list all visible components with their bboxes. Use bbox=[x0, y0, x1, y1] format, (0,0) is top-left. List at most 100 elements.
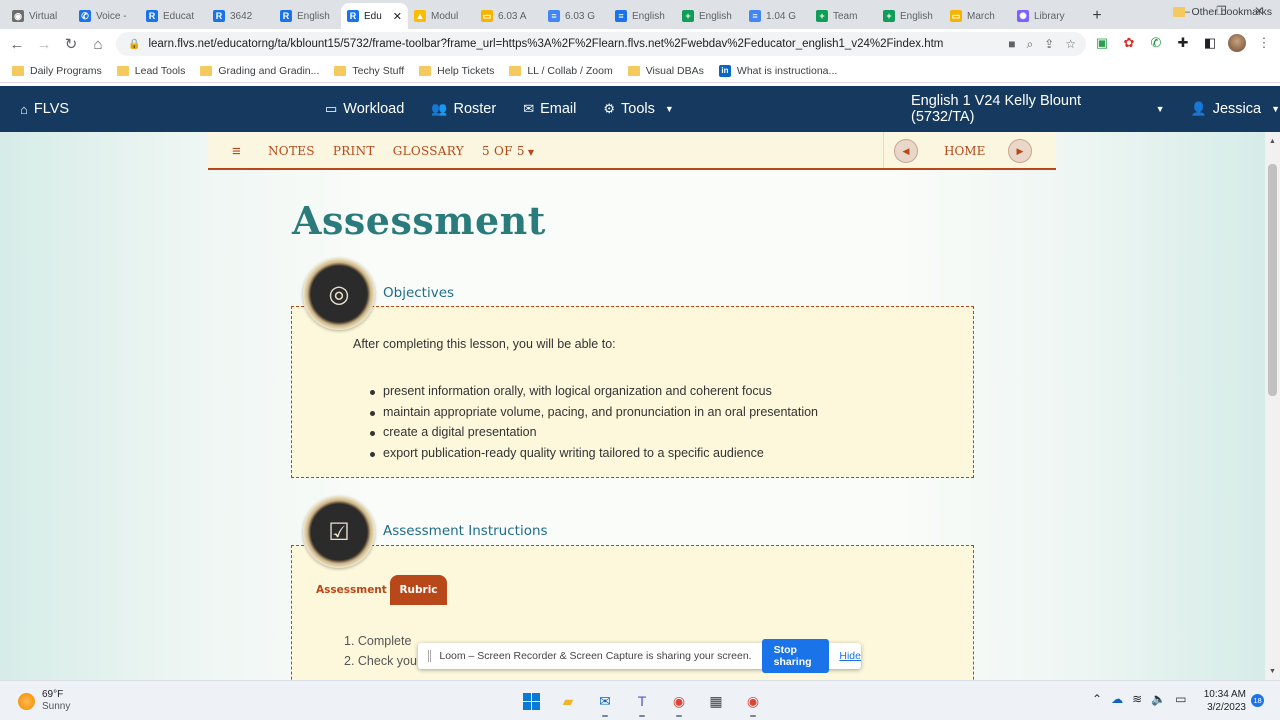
lesson-glossary-link[interactable]: GLOSSARY bbox=[393, 144, 464, 158]
lesson-home-link[interactable]: HOME bbox=[944, 144, 985, 158]
tab-title: Voice - bbox=[96, 10, 127, 22]
teams-icon[interactable]: T bbox=[629, 688, 655, 717]
browser-menu-icon[interactable]: ⋮ bbox=[1255, 34, 1273, 52]
folder-icon bbox=[419, 65, 432, 76]
chrome-icon[interactable]: ◉ bbox=[666, 688, 692, 717]
camera-icon[interactable]: ■ bbox=[1008, 37, 1015, 52]
chevron-up-icon[interactable]: ⌃ bbox=[1092, 692, 1102, 706]
course-selector[interactable]: English 1 V24 Kelly Blount (5732/TA) ▼ bbox=[911, 93, 1165, 125]
weather-widget[interactable]: 69°F Sunny bbox=[18, 689, 70, 713]
tab-favicon-icon: ▲ bbox=[414, 10, 426, 22]
user-name: Jessica bbox=[1212, 101, 1262, 117]
browser-tab[interactable]: + English bbox=[877, 3, 944, 29]
browser-tab[interactable]: ◉ Virtual bbox=[6, 3, 73, 29]
bookmark-item[interactable]: Help Tickets bbox=[419, 65, 494, 77]
lock-icon: 🔒 bbox=[128, 38, 141, 50]
back-icon[interactable]: ← bbox=[4, 31, 30, 57]
nav-tools[interactable]: ⚙ Tools ▼ bbox=[603, 101, 673, 117]
flvs-home-link[interactable]: ⌂ FLVS bbox=[20, 101, 69, 117]
browser-tab[interactable]: ≡ 1.04 G bbox=[743, 3, 810, 29]
browser-tab[interactable]: R Educat bbox=[140, 3, 207, 29]
tab-title: 1.04 G bbox=[766, 10, 797, 22]
chrome-profile-icon[interactable]: ◉ bbox=[740, 688, 766, 717]
bookmark-item[interactable]: Daily Programs bbox=[12, 65, 102, 77]
extension-grammarly-icon[interactable]: ▣ bbox=[1093, 34, 1111, 52]
tab-assessment[interactable]: Assessment bbox=[316, 584, 387, 596]
bookmark-item[interactable]: LL / Collab / Zoom bbox=[509, 65, 613, 77]
url-text[interactable]: learn.flvs.net/educatorng/ta/kblount15/5… bbox=[148, 38, 1008, 50]
nav-roster[interactable]: 👥 Roster bbox=[431, 101, 496, 117]
nav-roster-label: Roster bbox=[453, 101, 497, 117]
flvs-home-label: FLVS bbox=[33, 101, 70, 117]
page-selector[interactable]: 5 OF 5 ▼ bbox=[482, 144, 534, 158]
page-scrollbar[interactable]: ▲ ▼ bbox=[1265, 132, 1280, 680]
sun-icon bbox=[18, 692, 35, 710]
browser-tab-active[interactable]: R Edu ✕ bbox=[341, 3, 408, 29]
scroll-thumb[interactable] bbox=[1268, 164, 1277, 396]
browser-tab[interactable]: + Team bbox=[810, 3, 877, 29]
drag-handle-icon[interactable] bbox=[428, 650, 432, 662]
battery-icon[interactable]: ▭ bbox=[1175, 692, 1186, 706]
bookmark-item[interactable]: Visual DBAs bbox=[627, 65, 704, 77]
bookmark-star-icon[interactable]: ☆ bbox=[1065, 37, 1076, 52]
browser-tab[interactable]: ▭ 6.03 A bbox=[475, 3, 542, 29]
other-bookmarks[interactable]: Other bookmarks bbox=[1173, 6, 1272, 18]
objective-item: maintain appropriate volume, pacing, and… bbox=[369, 405, 818, 426]
browser-tab[interactable]: ✺ Library bbox=[1011, 3, 1078, 29]
notification-badge[interactable]: 18 bbox=[1251, 694, 1264, 707]
lesson-print-link[interactable]: PRINT bbox=[333, 144, 375, 158]
start-icon[interactable] bbox=[518, 688, 544, 714]
bookmark-item[interactable]: in What is instructiona... bbox=[718, 64, 837, 77]
forward-icon[interactable]: → bbox=[31, 31, 57, 57]
volume-icon[interactable]: 🔈 bbox=[1151, 692, 1166, 706]
tab-rubric[interactable]: Rubric bbox=[390, 575, 447, 605]
target-icon: ◎ bbox=[303, 258, 375, 330]
hamburger-menu-icon[interactable]: ≡ bbox=[232, 143, 241, 160]
new-tab-icon[interactable]: + bbox=[1084, 3, 1110, 29]
browser-tab[interactable]: ≡ 6.03 G bbox=[542, 3, 609, 29]
bookmark-item[interactable]: Grading and Gradin... bbox=[200, 65, 319, 77]
close-tab-icon[interactable]: ✕ bbox=[393, 10, 402, 23]
calculator-icon[interactable]: ▦ bbox=[703, 688, 729, 714]
browser-tab[interactable]: R 3642 bbox=[207, 3, 274, 29]
reload-icon[interactable]: ↻ bbox=[58, 31, 84, 57]
nav-workload-label: Workload bbox=[343, 101, 405, 117]
bookmark-item[interactable]: Techy Stuff bbox=[334, 65, 404, 77]
browser-tab[interactable]: ▲ Modul bbox=[408, 3, 475, 29]
objective-item: create a digital presentation bbox=[369, 425, 818, 446]
instructions-heading: Assessment Instructions bbox=[383, 523, 548, 539]
home-icon[interactable]: ⌂ bbox=[85, 31, 111, 57]
system-clock[interactable]: 10:34 AM 3/2/2023 bbox=[1200, 688, 1246, 714]
hide-link[interactable]: Hide bbox=[839, 650, 861, 662]
side-panel-icon[interactable]: ◧ bbox=[1201, 34, 1219, 52]
laptop-icon: ▭ bbox=[325, 101, 338, 116]
nav-workload[interactable]: ▭ Workload bbox=[325, 101, 404, 117]
page-selector-label: 5 OF 5 bbox=[481, 144, 525, 158]
nav-email[interactable]: ✉ Email bbox=[523, 101, 576, 117]
user-menu[interactable]: 👤 Jessica ▼ bbox=[1191, 93, 1280, 125]
share-icon[interactable]: ⇪ bbox=[1044, 37, 1054, 52]
prev-page-icon[interactable]: ◀ bbox=[894, 139, 918, 163]
profile-avatar[interactable] bbox=[1228, 34, 1246, 52]
outlook-icon[interactable]: ✉ bbox=[592, 688, 618, 717]
next-page-icon[interactable]: ▶ bbox=[1008, 139, 1032, 163]
stop-sharing-button[interactable]: Stop sharing bbox=[761, 639, 830, 673]
address-bar[interactable]: 🔒 learn.flvs.net/educatorng/ta/kblount15… bbox=[116, 32, 1086, 56]
extensions-puzzle-icon[interactable]: ✚ bbox=[1174, 34, 1192, 52]
lesson-notes-link[interactable]: NOTES bbox=[268, 144, 315, 158]
scroll-up-icon[interactable]: ▲ bbox=[1269, 138, 1276, 145]
scroll-down-icon[interactable]: ▼ bbox=[1269, 668, 1276, 675]
extension-flower-icon[interactable]: ✿ bbox=[1120, 34, 1138, 52]
bookmark-item[interactable]: Lead Tools bbox=[116, 65, 185, 77]
extension-phone-icon[interactable]: ✆ bbox=[1147, 34, 1165, 52]
zoom-icon[interactable]: ⌕ bbox=[1026, 37, 1033, 52]
browser-tab[interactable]: ✆ Voice - bbox=[73, 3, 140, 29]
browser-tab[interactable]: R English bbox=[274, 3, 341, 29]
browser-tab[interactable]: ≡ English bbox=[609, 3, 676, 29]
browser-tab[interactable]: + English bbox=[676, 3, 743, 29]
browser-tab[interactable]: ▭ March bbox=[944, 3, 1011, 29]
file-explorer-icon[interactable]: ▰ bbox=[555, 688, 581, 714]
wifi-icon[interactable]: ≋ bbox=[1132, 692, 1142, 706]
clock-date: 3/2/2023 bbox=[1207, 702, 1246, 713]
onedrive-icon[interactable]: ☁ bbox=[1111, 692, 1123, 706]
